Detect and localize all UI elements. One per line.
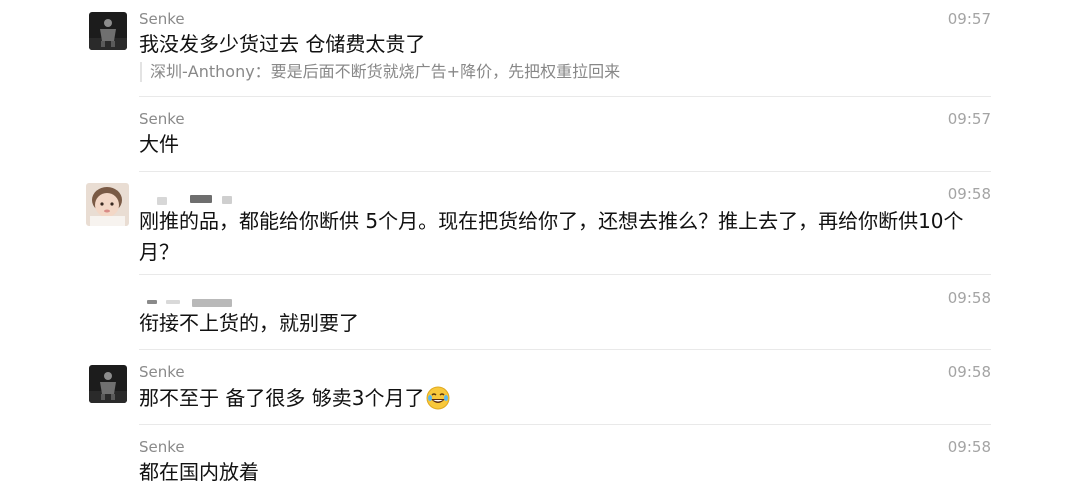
message-item[interactable]: Senke 09:57 我没发多少货过去 仓储费太贵了 深圳-Anthony：要… — [0, 0, 1080, 96]
message-time: 09:58 — [947, 363, 991, 381]
message-text: 我没发多少货过去 仓储费太贵了 — [139, 32, 426, 56]
blurred-sender-name — [157, 197, 167, 205]
message-text-content: 那不至于 备了很多 够卖3个月了 — [139, 386, 425, 410]
sender-name[interactable]: Senke — [139, 110, 185, 128]
message-time: 09:58 — [947, 185, 991, 203]
blurred-sender-name — [166, 300, 180, 304]
message-text: 都在国内放着 — [139, 460, 259, 484]
blurred-sender-name — [147, 300, 157, 304]
message-item[interactable]: Senke 09:58 那不至于 备了很多 够卖3个月了 — [0, 350, 1080, 424]
blurred-sender-name — [190, 195, 212, 203]
dark-figure-avatar-icon[interactable] — [89, 365, 127, 403]
sender-name[interactable]: Senke — [139, 438, 185, 456]
quoted-message[interactable]: 深圳-Anthony：要是后面不断货就烧广告+降价，先把权重拉回来 — [140, 62, 620, 82]
sender-name[interactable]: Senke — [139, 363, 185, 381]
baby-photo-avatar-icon[interactable] — [86, 183, 129, 226]
message-time: 09:58 — [947, 438, 991, 456]
dark-figure-avatar-icon[interactable] — [89, 12, 127, 50]
message-item[interactable]: Senke 09:57 大件 — [0, 97, 1080, 171]
message-item[interactable]: Senke 09:58 都在国内放着 — [0, 425, 1080, 495]
sender-name[interactable]: Senke — [139, 10, 185, 28]
blurred-sender-name — [222, 196, 232, 204]
message-item[interactable]: 09:58 刚推的品，都能给你断供 5个月。现在把货给你了，还想去推么？推上去了… — [0, 172, 1080, 274]
message-item[interactable]: 09:58 衔接不上货的，就别要了 — [0, 275, 1080, 349]
message-text: 衔接不上货的，就别要了 — [139, 311, 359, 335]
message-text: 刚推的品，都能给你断供 5个月。现在把货给你了，还想去推么？推上去了，再给你断供… — [139, 209, 964, 264]
blurred-sender-name — [192, 299, 232, 307]
message-time: 09:57 — [947, 10, 991, 28]
message-time: 09:57 — [947, 110, 991, 128]
message-text: 大件 — [139, 132, 179, 156]
message-time: 09:58 — [947, 289, 991, 307]
laughing-tears-emoji-icon — [426, 386, 450, 410]
message-text: 那不至于 备了很多 够卖3个月了 — [139, 383, 999, 414]
